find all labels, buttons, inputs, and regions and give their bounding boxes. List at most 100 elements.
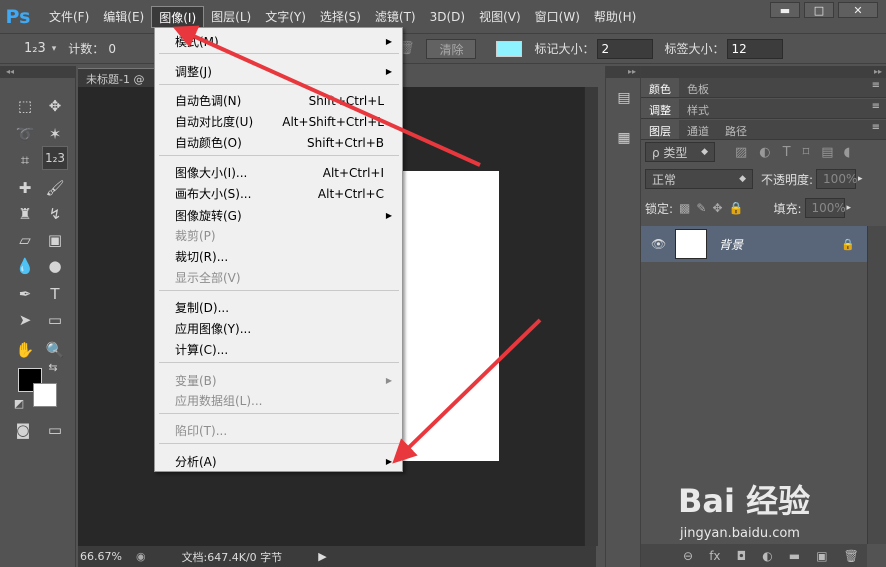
quick-mask-icon[interactable]: ◙ — [10, 418, 36, 442]
adjustment-filter-icon[interactable]: ◐ — [759, 145, 770, 160]
mini-collapse-icon[interactable]: ▸▸ — [606, 66, 640, 78]
brush-tool-icon[interactable]: 🖌 — [42, 176, 68, 200]
marker-size-input[interactable] — [596, 38, 653, 59]
zoom-tool-icon[interactable]: 🔍 — [42, 338, 68, 362]
menu-separator — [159, 53, 399, 54]
lock-all-icon[interactable]: 🔒 — [729, 201, 744, 215]
menu-item-row[interactable]: 自动颜色(O) Shift+Ctrl+B — [155, 132, 402, 153]
opacity-input[interactable]: 100% — [816, 169, 857, 189]
menu-item-row[interactable]: 模式(M) ▶ — [155, 31, 402, 52]
crop-tool-icon[interactable]: ⌗ — [12, 148, 38, 172]
menu-item-row[interactable]: 应用图像(Y)... — [155, 318, 402, 339]
menu-item[interactable]: 3D(D) — [423, 6, 472, 28]
tool-preset-chevron-icon[interactable]: ▾ — [52, 44, 57, 54]
panel-menu-icon[interactable]: ≡ — [872, 101, 880, 112]
close-button[interactable]: ✕ — [838, 2, 878, 18]
move-tool-icon[interactable]: ✥ — [42, 94, 68, 118]
shape-tool-icon[interactable]: ▭ — [42, 308, 68, 332]
eye-icon[interactable]: 👁 — [651, 237, 666, 251]
history-brush-tool-icon[interactable]: ↯ — [42, 202, 68, 226]
lock-transparent-icon[interactable]: ▩ — [679, 201, 690, 215]
menu-item-label: 陷印(T)... — [175, 424, 228, 438]
type-tool-icon[interactable]: T — [42, 282, 68, 306]
opacity-dropdown-icon[interactable]: ▸ — [858, 174, 863, 184]
toolbox-collapse-icon[interactable]: ◂◂ — [0, 66, 75, 78]
smart-object-filter-icon[interactable]: ▤ — [821, 145, 833, 160]
label-size-input[interactable] — [726, 38, 783, 59]
clone-stamp-tool-icon[interactable]: ♜ — [12, 202, 38, 226]
background-color-swatch[interactable] — [33, 383, 57, 407]
menu-item[interactable]: 选择(S) — [313, 6, 368, 28]
panel-collapse-icon[interactable]: ▸▸ — [641, 66, 886, 78]
count-tool-button-icon[interactable]: 1₂3 — [42, 146, 68, 170]
eraser-tool-icon[interactable]: ▱ — [12, 228, 38, 252]
lasso-tool-icon[interactable]: ➰ — [12, 122, 38, 146]
count-tool-icon[interactable]: 1₂3 — [24, 41, 46, 56]
minimize-button[interactable]: ▬ — [770, 2, 800, 18]
gradient-tool-icon[interactable]: ▣ — [42, 228, 68, 252]
dodge-tool-icon[interactable]: ● — [42, 254, 68, 278]
menu-item-row[interactable]: 图像大小(I)... Alt+Ctrl+I — [155, 162, 402, 183]
panel-menu-icon[interactable]: ≡ — [872, 80, 880, 91]
clear-button[interactable]: 清除 — [426, 38, 477, 59]
tab-paths[interactable]: 路径 — [717, 120, 755, 139]
layer-row-background[interactable]: 👁 背景 🔒 — [641, 226, 867, 262]
tab-channels[interactable]: 通道 — [679, 120, 717, 139]
menu-item-row[interactable]: 裁切(R)... — [155, 246, 402, 267]
hand-tool-icon[interactable]: ✋ — [12, 338, 38, 362]
tab-swatches[interactable]: 色板 — [679, 78, 717, 97]
menu-item[interactable]: 图层(L) — [204, 6, 258, 28]
tab-styles[interactable]: 样式 — [679, 99, 717, 118]
menu-item-row[interactable]: 自动色调(N) Shift+Ctrl+L — [155, 90, 402, 111]
menu-item-row[interactable]: 图像旋转(G) ▶ — [155, 205, 402, 226]
fill-input[interactable]: 100% — [804, 198, 846, 218]
tab-layers[interactable]: 图层 — [641, 120, 679, 139]
screen-mode-icon[interactable]: ▭ — [42, 418, 68, 442]
magic-wand-tool-icon[interactable]: ✶ — [42, 122, 68, 146]
panel-menu-icon[interactable]: ≡ — [872, 122, 880, 133]
history-panel-icon[interactable]: ▤ — [612, 90, 636, 112]
filter-toggle-icon[interactable]: ◖ — [844, 145, 851, 160]
menu-item[interactable]: 帮助(H) — [587, 6, 643, 28]
menu-item[interactable]: 图像(I) — [151, 5, 205, 28]
marquee-tool-icon[interactable]: ⬚ — [12, 94, 38, 118]
shape-filter-icon[interactable]: ⌑ — [803, 145, 810, 160]
zoom-level[interactable]: 66.67% — [80, 550, 122, 563]
menu-item-row[interactable]: 分析(A) ▶ — [155, 451, 402, 472]
tab-color[interactable]: 颜色 — [641, 78, 679, 97]
blend-mode-select[interactable]: 正常 ◆ — [645, 169, 753, 189]
fill-dropdown-icon[interactable]: ▸ — [847, 203, 852, 213]
submenu-arrow-icon: ▶ — [385, 37, 392, 46]
status-info-icon[interactable]: ◉ — [136, 550, 146, 563]
status-menu-arrow-icon[interactable]: ▶ — [318, 550, 326, 563]
menu-item[interactable]: 视图(V) — [472, 6, 528, 28]
menu-item-row[interactable]: 自动对比度(U) Alt+Shift+Ctrl+L — [155, 111, 402, 132]
pixel-filter-icon[interactable]: ▨ — [735, 145, 747, 160]
menu-item[interactable]: 滤镜(T) — [368, 6, 423, 28]
layer-kind-select[interactable]: ρ 类型 ◆ — [645, 142, 715, 162]
type-filter-icon[interactable]: T — [783, 145, 791, 160]
maximize-button[interactable]: □ — [804, 2, 834, 18]
blur-tool-icon[interactable]: 💧 — [12, 254, 38, 278]
path-selection-tool-icon[interactable]: ➤ — [12, 308, 38, 332]
properties-panel-icon[interactable]: ▦ — [612, 130, 636, 152]
menu-item-row[interactable]: 调整(J) ▶ — [155, 61, 402, 82]
menu-item-row[interactable]: 计算(C)... — [155, 339, 402, 360]
menu-item[interactable]: 编辑(E) — [96, 6, 151, 28]
tab-adjustments[interactable]: 调整 — [641, 99, 679, 118]
default-colors-icon[interactable]: ◩ — [10, 396, 28, 410]
document-scrollbar[interactable] — [584, 87, 598, 546]
menu-item-row[interactable]: 画布大小(S)... Alt+Ctrl+C — [155, 183, 402, 204]
swap-colors-icon[interactable]: ⇆ — [44, 360, 62, 374]
document-tab[interactable]: 未标题-1 @ — [78, 68, 158, 87]
lock-position-icon[interactable]: ✥ — [712, 201, 722, 215]
lock-image-icon[interactable]: ✎ — [696, 201, 706, 215]
menu-item[interactable]: 窗口(W) — [528, 6, 587, 28]
pen-tool-icon[interactable]: ✒ — [12, 282, 38, 306]
canvas[interactable] — [402, 171, 499, 461]
healing-brush-tool-icon[interactable]: ✚ — [12, 176, 38, 200]
marker-color-swatch[interactable] — [496, 40, 523, 57]
menu-item-row[interactable]: 复制(D)... — [155, 297, 402, 318]
menu-item[interactable]: 文字(Y) — [258, 6, 313, 28]
menu-item[interactable]: 文件(F) — [42, 6, 96, 28]
